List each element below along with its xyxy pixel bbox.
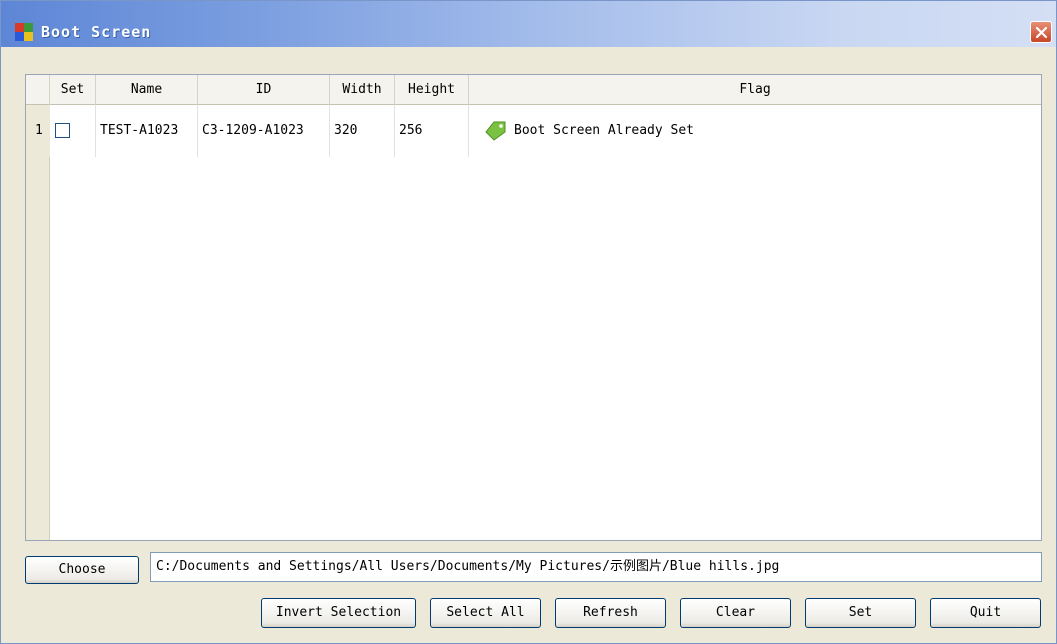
id-cell: C3-1209-A1023 — [198, 105, 330, 157]
choose-button[interactable]: Choose — [25, 556, 139, 584]
table-header: Set Name ID Width Height Flag — [26, 75, 1041, 105]
app-icon — [15, 23, 33, 41]
table-body — [50, 105, 1041, 540]
column-header-height[interactable]: Height — [395, 75, 469, 105]
set-button[interactable]: Set — [805, 598, 916, 628]
row-gutter — [26, 105, 50, 540]
table-row[interactable]: 1 TEST-A1023 C3-1209-A1023 320 256 Boot … — [26, 105, 1041, 157]
boot-screen-table: Set Name ID Width Height Flag 1 TEST-A10… — [25, 74, 1042, 541]
window-title: Boot Screen — [41, 23, 152, 41]
row-number: 1 — [26, 105, 50, 157]
corner-cell — [26, 75, 50, 105]
column-header-id[interactable]: ID — [198, 75, 330, 105]
flag-text: Boot Screen Already Set — [514, 123, 695, 138]
boot-screen-window: Boot Screen Set Name ID Width Height Fla… — [0, 0, 1057, 644]
flag-cell: Boot Screen Already Set — [469, 105, 1041, 157]
tag-icon — [485, 121, 506, 141]
column-header-set[interactable]: Set — [50, 75, 96, 105]
set-cell[interactable] — [50, 105, 96, 157]
close-button[interactable] — [1030, 21, 1052, 43]
invert-selection-button[interactable]: Invert Selection — [261, 598, 416, 628]
file-path-field[interactable]: C:/Documents and Settings/All Users/Docu… — [150, 552, 1042, 582]
quit-button[interactable]: Quit — [930, 598, 1041, 628]
name-cell: TEST-A1023 — [96, 105, 198, 157]
column-header-width[interactable]: Width — [330, 75, 395, 105]
column-header-flag[interactable]: Flag — [469, 75, 1041, 105]
refresh-button[interactable]: Refresh — [555, 598, 666, 628]
width-cell: 320 — [330, 105, 395, 157]
close-icon — [1035, 26, 1048, 39]
set-checkbox[interactable] — [55, 123, 70, 138]
column-header-name[interactable]: Name — [96, 75, 198, 105]
title-bar[interactable]: Boot Screen — [1, 1, 1056, 47]
height-cell: 256 — [395, 105, 469, 157]
clear-button[interactable]: Clear — [680, 598, 791, 628]
select-all-button[interactable]: Select All — [430, 598, 541, 628]
